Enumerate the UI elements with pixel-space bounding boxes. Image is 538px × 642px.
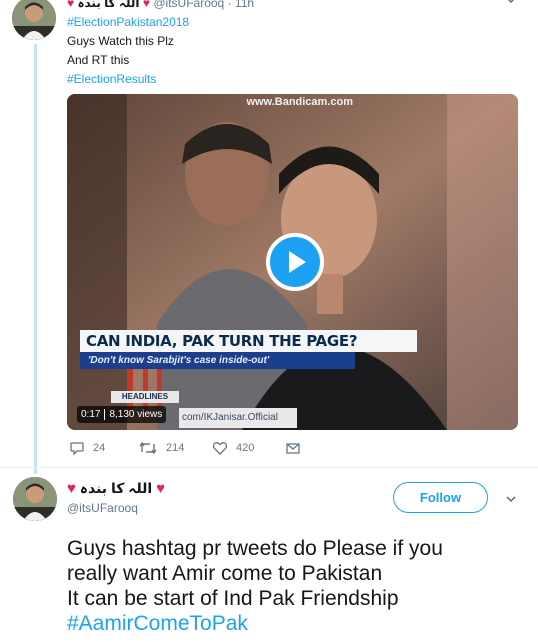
tweet-divider <box>0 467 538 468</box>
user-handle[interactable]: @itsUFarooq <box>67 501 138 515</box>
like-button[interactable]: 420 <box>212 440 254 456</box>
chevron-down-icon[interactable] <box>505 492 517 510</box>
follow-button[interactable]: Follow <box>393 482 488 513</box>
tweet-text: #ElectionPakistan2018 Guys Watch this Pl… <box>67 13 189 89</box>
hashtag-link[interactable]: #AamirComeToPak <box>67 611 527 636</box>
video-player[interactable]: www.Bandicam.com CAN INDIA, PAK TURN THE… <box>67 94 518 430</box>
message-button[interactable] <box>285 440 309 456</box>
avatar[interactable] <box>12 0 56 40</box>
separator-dot: · <box>227 0 232 10</box>
tweet-text-line: really want Amir come to Pakistan <box>67 562 383 585</box>
reply-count: 24 <box>93 442 106 454</box>
video-watermark: www.Bandicam.com <box>246 96 353 108</box>
play-icon <box>289 251 306 273</box>
retweet-icon <box>139 441 157 455</box>
retweet-button[interactable]: 214 <box>138 440 184 456</box>
tweet-text: Guys hashtag pr tweets do Please if you … <box>67 536 527 636</box>
avatar-image <box>12 0 56 40</box>
video-overlay-handle: com/IKJanisar.Official <box>179 408 297 428</box>
tweet-header: ♥ اللہ کا بندہ ♥ @itsUFarooq · 11h <box>67 0 254 10</box>
tweet-time[interactable]: 11h <box>235 0 254 10</box>
reply-button[interactable]: 24 <box>69 440 105 456</box>
avatar[interactable] <box>13 477 57 521</box>
play-button[interactable] <box>266 233 324 291</box>
headlines-tag: HEADLINES <box>111 391 179 403</box>
news-banner: CAN INDIA, PAK TURN THE PAGE? <box>80 330 417 352</box>
retweet-count: 214 <box>166 442 185 454</box>
video-stats: 0:17 8,130 views <box>77 406 167 423</box>
video-duration: 0:17 <box>81 409 101 420</box>
message-icon <box>286 443 300 454</box>
tweet-text-line: Guys Watch this Plz <box>67 34 174 48</box>
news-subbanner: 'Don't know Sarabjit's case inside-out' <box>80 352 355 369</box>
heart-emoji-icon: ♥ <box>142 0 151 10</box>
user-handle[interactable]: @itsUFarooq <box>153 0 224 10</box>
reply-icon <box>70 442 84 456</box>
heart-emoji-icon: ♥ <box>67 0 75 10</box>
thread-line <box>34 44 37 474</box>
tweet-text-line: And RT this <box>67 53 130 67</box>
video-views: 8,130 views <box>109 409 163 420</box>
heart-emoji-icon: ♥ <box>156 480 166 497</box>
display-name-row[interactable]: ♥ اللہ کا بندہ ♥ <box>67 480 165 497</box>
like-icon <box>212 442 228 455</box>
chevron-down-icon[interactable] <box>505 0 517 6</box>
heart-emoji-icon: ♥ <box>67 480 76 497</box>
hashtag-link[interactable]: #ElectionPakistan2018 <box>67 13 189 32</box>
tweet-text-line: Guys hashtag pr tweets do Please if you <box>67 537 443 560</box>
hashtag-link[interactable]: #ElectionResults <box>67 70 189 89</box>
tweet-text-line: It can be start of Ind Pak Friendship <box>67 587 399 610</box>
avatar-image <box>13 477 57 521</box>
like-count: 420 <box>236 442 255 454</box>
display-name[interactable]: اللہ کا بندہ <box>77 0 139 10</box>
display-name[interactable]: اللہ کا بندہ <box>80 480 152 496</box>
